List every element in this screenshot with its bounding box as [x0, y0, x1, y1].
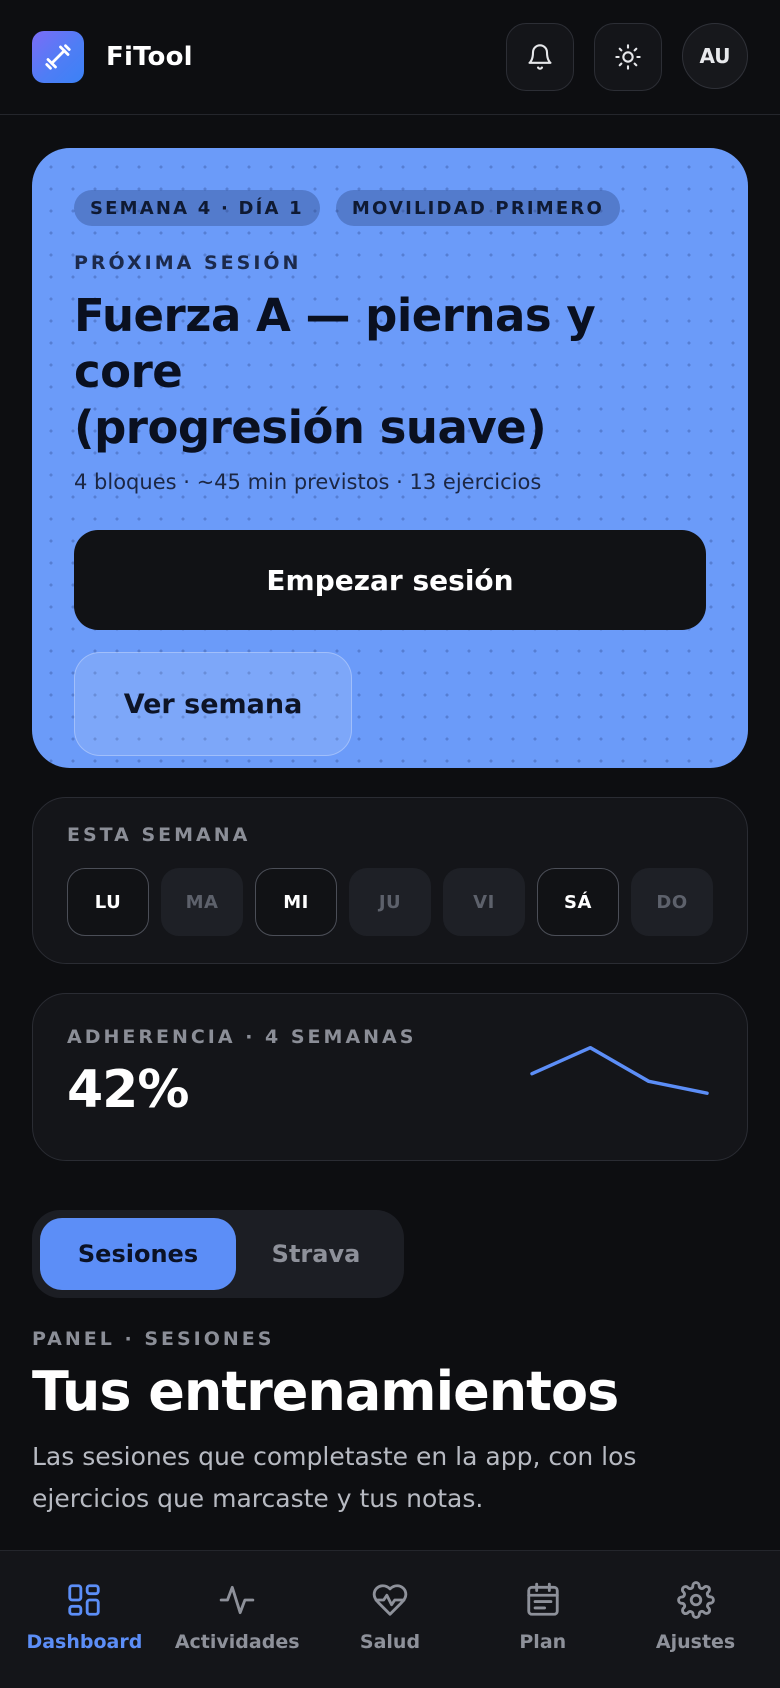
day-thu[interactable]: JU [349, 868, 431, 936]
session-title-line1: Fuerza A — piernas y core [74, 289, 596, 398]
nav-health[interactable]: Salud [315, 1551, 465, 1688]
next-session-card: SEMANA 4 · DÍA 1 MOVILIDAD PRIMERO PRÓXI… [32, 148, 748, 768]
nav-label: Plan [519, 1631, 567, 1653]
dashboard-icon [68, 1584, 101, 1616]
nav-dashboard[interactable]: Dashboard [9, 1551, 159, 1688]
activity-icon [219, 1585, 255, 1615]
gear-icon [676, 1581, 715, 1619]
heart-pulse-icon [372, 1584, 408, 1616]
day-sun[interactable]: DO [631, 868, 713, 936]
week-day-chip: SEMANA 4 · DÍA 1 [74, 190, 320, 226]
section-title: Tus entrenamientos [32, 1360, 619, 1423]
mobility-chip: MOVILIDAD PRIMERO [335, 190, 620, 226]
section-eyebrow: PANEL · SESIONES [32, 1328, 275, 1350]
session-meta: 4 bloques · ~45 min previstos · 13 ejerc… [74, 470, 542, 494]
nav-label: Ajustes [655, 1631, 736, 1653]
session-title: Fuerza A — piernas y core (progresión su… [74, 288, 706, 456]
bottom-navigation: Dashboard Actividades Salud Plan Ajustes [0, 1550, 780, 1688]
nav-activities[interactable]: Actividades [162, 1551, 312, 1688]
day-wed[interactable]: MI [255, 868, 337, 936]
bell-icon [528, 44, 552, 70]
dumbbell-icon [45, 44, 71, 70]
sun-icon [615, 44, 641, 70]
day-mon[interactable]: LU [67, 868, 149, 936]
section-description: Las sesiones que completaste en la app, … [32, 1442, 637, 1513]
theme-toggle-button[interactable] [594, 23, 662, 91]
start-session-button[interactable]: Empezar sesión [74, 530, 706, 630]
next-session-eyebrow: PRÓXIMA SESIÓN [74, 252, 302, 274]
adherence-sparkline [530, 1045, 709, 1095]
week-days: LU MA MI JU VI SÁ DO [67, 868, 713, 936]
view-week-button[interactable]: Ver semana [74, 652, 352, 756]
top-bar: FiTool AU [0, 0, 780, 115]
tab-sessions[interactable]: Sesiones [40, 1218, 236, 1290]
adherence-card: ADHERENCIA · 4 SEMANAS 42% [32, 993, 748, 1161]
tab-strava[interactable]: Strava [236, 1218, 396, 1290]
calendar-icon [527, 1582, 559, 1616]
header-actions: AU [506, 23, 748, 91]
app-screen: FiTool AU SEMANA 4 · DÍA 1 MOVILIDAD PRI… [0, 0, 780, 1688]
app-name: FiTool [106, 42, 193, 72]
app-logo[interactable] [32, 31, 84, 83]
nav-label: Salud [359, 1631, 421, 1653]
this-week-card: ESTA SEMANA LU MA MI JU VI SÁ DO [32, 797, 748, 964]
notifications-button[interactable] [506, 23, 574, 91]
day-tue[interactable]: MA [161, 868, 243, 936]
source-tabs: Sesiones Strava [32, 1210, 404, 1298]
day-fri[interactable]: VI [443, 868, 525, 936]
user-avatar[interactable]: AU [682, 23, 748, 89]
nav-plan[interactable]: Plan [468, 1551, 618, 1688]
session-chips: SEMANA 4 · DÍA 1 MOVILIDAD PRIMERO [74, 190, 706, 226]
sparkline-series [530, 1045, 709, 1095]
session-title-line2: (progresión suave) [74, 401, 547, 454]
nav-settings[interactable]: Ajustes [621, 1551, 771, 1688]
this-week-label: ESTA SEMANA [67, 824, 251, 846]
nav-label: Dashboard [26, 1631, 143, 1653]
nav-label: Actividades [174, 1631, 300, 1653]
day-sat[interactable]: SÁ [537, 868, 619, 936]
